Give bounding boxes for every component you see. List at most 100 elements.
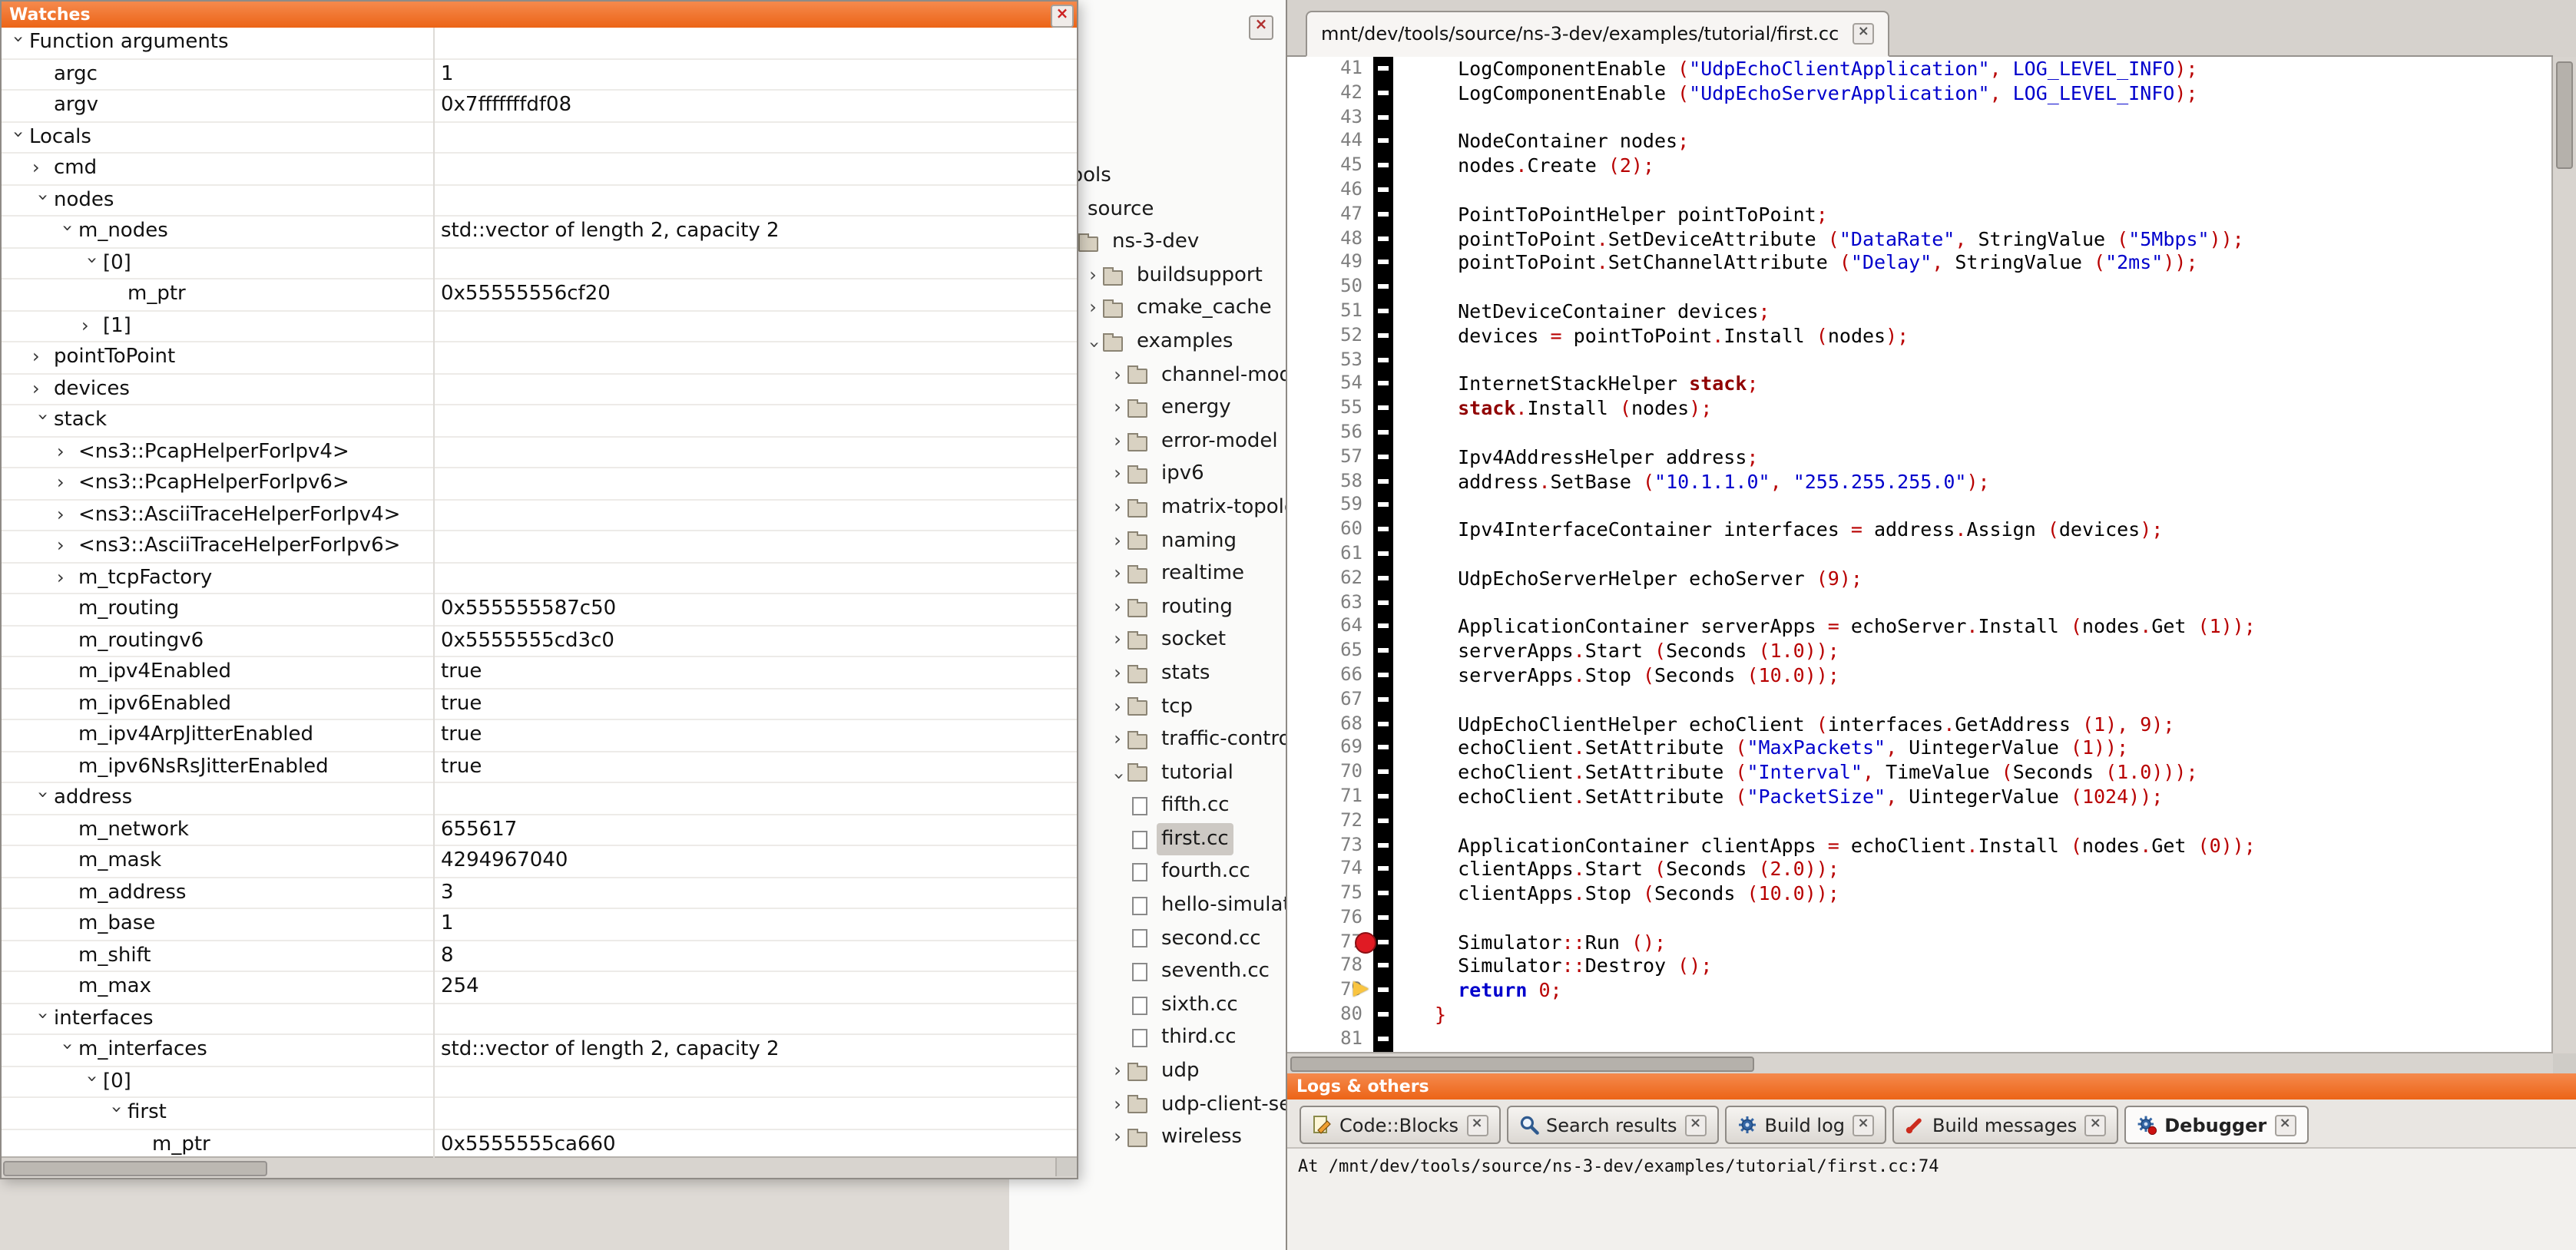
tab-codeblocks[interactable]: Code::Blocks × <box>1300 1106 1500 1144</box>
watches-titlebar[interactable]: Watches × <box>2 2 1077 28</box>
debug-margin[interactable] <box>1373 275 1393 299</box>
horizontal-scroll-thumb[interactable] <box>1290 1057 1754 1072</box>
expander-icon[interactable]: › <box>32 374 54 404</box>
debug-margin[interactable] <box>1373 130 1393 154</box>
expander-icon[interactable]: › <box>1083 293 1103 326</box>
debug-margin[interactable] <box>1373 858 1393 882</box>
expander-icon[interactable]: › <box>32 342 54 372</box>
watch-row[interactable]: ›address <box>2 783 1077 815</box>
expander-icon[interactable]: › <box>52 1043 82 1064</box>
watch-row[interactable]: ›[0] <box>2 1066 1077 1098</box>
watch-row[interactable]: m_ipv6NsRsJitterEnabledtrue <box>2 752 1077 783</box>
debug-margin[interactable] <box>1373 518 1393 542</box>
debug-margin[interactable] <box>1373 178 1393 203</box>
watch-row[interactable]: m_ptr0x5555555ca660 <box>2 1129 1077 1158</box>
watches-horizontal-scrollbar[interactable] <box>2 1156 1077 1178</box>
watch-row[interactable]: ›<ns3::PcapHelperForIpv4> <box>2 437 1077 468</box>
debug-margin[interactable] <box>1373 881 1393 906</box>
watch-row[interactable]: argc1 <box>2 59 1077 91</box>
debug-margin[interactable] <box>1373 712 1393 736</box>
editor-horizontal-scrollbar[interactable] <box>1287 1052 2553 1073</box>
watch-row[interactable]: ›pointToPoint <box>2 342 1077 374</box>
expander-icon[interactable]: › <box>57 468 78 498</box>
tab-search-results[interactable]: Search results × <box>1506 1106 1719 1144</box>
debug-margin[interactable] <box>1373 299 1393 324</box>
debug-margin[interactable] <box>1373 421 1393 445</box>
expander-icon[interactable]: › <box>1108 657 1127 690</box>
expander-icon[interactable]: › <box>1108 557 1127 590</box>
expander-icon[interactable]: › <box>28 193 58 214</box>
expander-icon[interactable]: › <box>28 1011 58 1033</box>
debug-margin[interactable] <box>1373 1027 1393 1052</box>
watch-row[interactable]: m_shift8 <box>2 941 1077 972</box>
watch-row[interactable]: ›<ns3::AsciiTraceHelperForIpv4> <box>2 500 1077 531</box>
debug-margin[interactable] <box>1373 930 1393 954</box>
debug-margin[interactable] <box>1373 954 1393 979</box>
debug-margin[interactable] <box>1373 566 1393 590</box>
watch-row[interactable]: ›first <box>2 1098 1077 1129</box>
watch-row[interactable]: ›m_interfacesstd::vector of length 2, ca… <box>2 1035 1077 1066</box>
expander-icon[interactable]: › <box>1108 590 1127 623</box>
expander-icon[interactable]: › <box>57 500 78 530</box>
debug-margin[interactable] <box>1373 736 1393 761</box>
debug-margin[interactable] <box>1373 372 1393 397</box>
logs-panel-titlebar[interactable]: Logs & others <box>1287 1073 2576 1100</box>
watch-row[interactable]: ›interfaces <box>2 1004 1077 1035</box>
debug-margin[interactable] <box>1373 105 1393 130</box>
debug-margin[interactable] <box>1373 324 1393 349</box>
expander-icon[interactable]: › <box>77 1074 107 1096</box>
expander-icon[interactable]: › <box>1108 491 1127 524</box>
debug-margin[interactable] <box>1373 615 1393 640</box>
expander-icon[interactable]: › <box>81 311 103 341</box>
watch-row[interactable]: m_routing0x555555587c50 <box>2 594 1077 626</box>
debug-margin[interactable] <box>1373 445 1393 470</box>
tab-close-icon[interactable]: × <box>2084 1114 2106 1136</box>
expander-icon[interactable]: › <box>1083 260 1103 293</box>
debug-margin[interactable] <box>1373 494 1393 518</box>
tab-build-messages[interactable]: Build messages × <box>1892 1106 2118 1144</box>
expander-icon[interactable]: › <box>57 437 78 467</box>
debug-margin[interactable] <box>1373 469 1393 494</box>
watch-row[interactable]: m_mask4294967040 <box>2 846 1077 878</box>
editor-tab-close-icon[interactable]: × <box>1853 23 1874 45</box>
expander-icon[interactable]: › <box>52 224 82 246</box>
watch-row[interactable]: m_ipv4ArpJitterEnabledtrue <box>2 720 1077 752</box>
expander-icon[interactable]: › <box>101 1106 131 1127</box>
debug-margin[interactable] <box>1373 639 1393 663</box>
expander-icon[interactable]: › <box>57 563 78 593</box>
debug-margin[interactable] <box>1373 809 1393 833</box>
expander-icon[interactable]: › <box>1108 690 1127 723</box>
watch-row[interactable]: ›nodes <box>2 185 1077 217</box>
tab-debugger[interactable]: Debugger × <box>2124 1106 2308 1144</box>
expander-icon[interactable]: › <box>3 35 33 57</box>
expander-icon[interactable]: › <box>1108 392 1127 425</box>
watches-scroll-thumb[interactable] <box>3 1161 267 1176</box>
watch-row[interactable]: ›Locals <box>2 122 1077 154</box>
expander-icon[interactable]: › <box>57 531 78 561</box>
watch-row[interactable]: m_address3 <box>2 878 1077 909</box>
code-editor[interactable]: 41 LogComponentEnable ("UdpEchoClientApp… <box>1287 57 2553 1053</box>
watch-row[interactable]: ›cmd <box>2 154 1077 185</box>
expander-icon[interactable]: › <box>1108 458 1127 491</box>
watch-row[interactable]: m_routingv60x5555555cd3c0 <box>2 626 1077 657</box>
watch-row[interactable]: ›<ns3::AsciiTraceHelperForIpv6> <box>2 531 1077 563</box>
debug-margin[interactable] <box>1373 542 1393 567</box>
tab-close-icon[interactable]: × <box>2274 1114 2296 1136</box>
expander-icon[interactable]: › <box>28 791 58 812</box>
expander-icon[interactable]: › <box>1108 624 1127 657</box>
debug-margin[interactable] <box>1373 203 1393 227</box>
project-panel-close-button[interactable]: × <box>1249 15 1273 40</box>
expander-icon[interactable]: › <box>3 130 33 151</box>
tab-close-icon[interactable]: × <box>1466 1114 1488 1136</box>
watch-row[interactable]: m_network655617 <box>2 815 1077 846</box>
watch-row[interactable]: ›stack <box>2 405 1077 437</box>
expander-icon[interactable]: › <box>1108 1088 1127 1121</box>
expander-icon[interactable]: › <box>1108 1055 1127 1088</box>
watch-row[interactable]: m_ipv4Enabledtrue <box>2 657 1077 689</box>
vertical-scroll-thumb[interactable] <box>2556 61 2573 169</box>
debug-margin[interactable] <box>1373 833 1393 858</box>
watch-row[interactable]: m_ipv6Enabledtrue <box>2 689 1077 720</box>
debug-margin[interactable] <box>1373 57 1393 81</box>
expander-icon[interactable]: › <box>28 413 58 435</box>
watch-row[interactable]: ›devices <box>2 374 1077 405</box>
